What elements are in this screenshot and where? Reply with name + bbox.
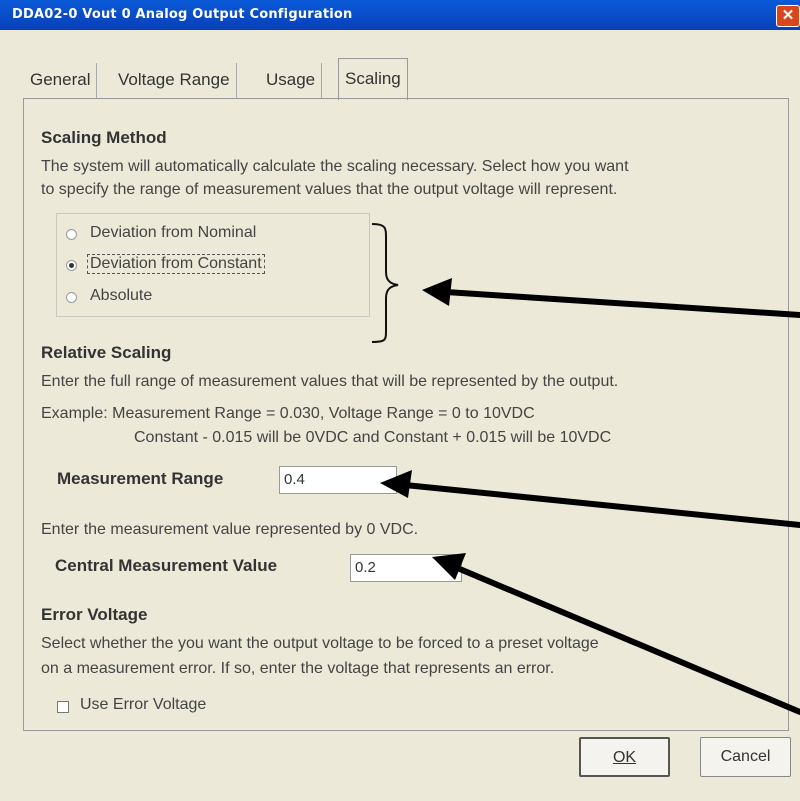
arrowhead-measurement-range [380, 470, 412, 498]
annotation-arrow-scaling-method [443, 289, 800, 318]
annotation-arrow-measurement-range [402, 482, 800, 528]
arrowhead-scaling-method [422, 278, 452, 306]
annotation-arrow-central-value [452, 564, 800, 715]
annotation-overlay [371, 223, 800, 715]
group-brace [371, 223, 399, 343]
